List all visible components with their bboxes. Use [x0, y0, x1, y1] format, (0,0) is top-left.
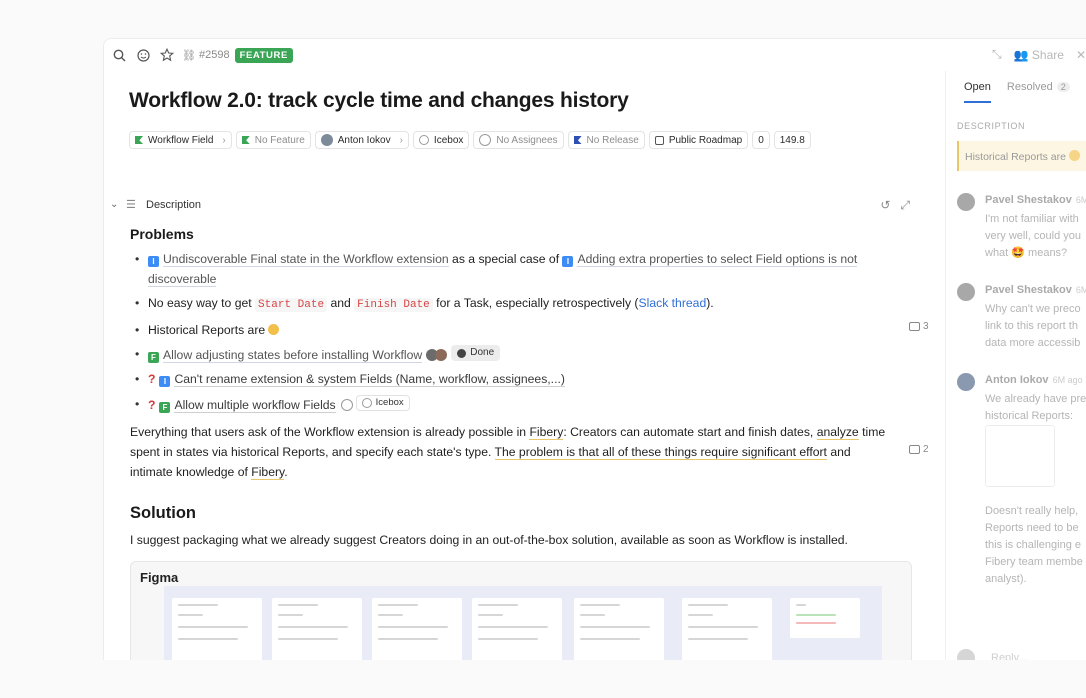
field-bar: Workflow Field › No Feature Anton Iokov … [129, 131, 811, 149]
state-ring-icon [418, 135, 429, 145]
link-icon: ⛓ [182, 49, 196, 62]
owner-field-chip[interactable]: Anton Iokov › [314, 131, 409, 149]
description-tools: ↺ ⤢ [880, 198, 910, 213]
solution-paragraph: I suggest packaging what we already sugg… [130, 533, 848, 548]
search-icon[interactable] [110, 46, 128, 64]
star-struck-emoji-icon [1068, 150, 1080, 161]
type-badge: FEATURE [234, 47, 293, 63]
feature-field-chip[interactable]: No Feature [235, 131, 311, 149]
question-mark: ? [148, 372, 156, 386]
solution-heading: Solution [130, 504, 196, 523]
close-icon[interactable]: ✕ [1076, 48, 1086, 62]
entity-icon: I [159, 376, 171, 387]
entity-link[interactable]: Allow multiple workflow Fields [174, 397, 336, 413]
comment-count[interactable]: 3 [909, 321, 929, 332]
flag-icon [241, 136, 250, 144]
code-inline: Start Date [255, 298, 328, 312]
entity-icon: F [148, 351, 159, 363]
entity-icon: I [562, 256, 574, 267]
tab-open[interactable]: Open [964, 81, 991, 103]
avatar [435, 348, 448, 361]
chevron-right-icon: › [222, 134, 226, 146]
entity-link[interactable]: Can't rename extension & system Fields (… [174, 372, 565, 387]
star-icon[interactable] [158, 46, 176, 64]
problems-list: I Undiscoverable Final state in the Workf… [130, 250, 890, 415]
figma-frame [790, 598, 860, 638]
comment[interactable]: Anton Iokov 6M ago We already have pre hi… [957, 373, 1086, 613]
toolbar-actions: ⤡ 👥 Share ✕ [992, 47, 1086, 62]
assignees-field-chip[interactable]: No Assignees [473, 131, 564, 149]
list-item: F Allow adjusting states before installin… [130, 345, 890, 365]
entity-link[interactable]: Allow adjusting states before installing… [163, 347, 423, 363]
list-item: No easy way to get Start Date and Finish… [130, 294, 890, 316]
avatar [957, 193, 975, 211]
comment-icon [909, 445, 920, 454]
history-icon[interactable]: ↺ [880, 198, 890, 213]
score-field-chip[interactable]: 149.8 [773, 131, 811, 149]
entity-toolbar: ⛓ #2598 FEATURE ⤡ 👥 Share ✕ [104, 39, 1086, 71]
expand-icon[interactable]: ⤢ [900, 198, 910, 213]
comment-count[interactable]: 2 [909, 444, 929, 455]
state-field-chip[interactable]: Icebox [412, 131, 470, 149]
chevron-down-icon[interactable]: ⌄ [110, 199, 126, 210]
resolved-count: 2 [1056, 82, 1070, 92]
share-button[interactable]: 👥 Share [1014, 48, 1064, 62]
text-lines-icon: ☰ [126, 199, 136, 211]
assignee-ring-icon [479, 134, 492, 146]
collapse-icon[interactable]: ⤡ [992, 47, 1002, 62]
code-inline: Finish Date [354, 298, 433, 312]
entity-icon: I [148, 256, 159, 267]
votes-field-chip[interactable]: 0 [752, 131, 770, 149]
report-thumbnail[interactable] [985, 425, 1055, 487]
state-ring-icon [361, 397, 372, 408]
status-badge[interactable]: Icebox [355, 394, 410, 411]
status-badge[interactable]: Done [451, 345, 501, 361]
star-struck-emoji-icon [268, 323, 280, 335]
comment-tabs: Open Resolved 2 [946, 81, 1070, 103]
assignee-ring-icon [340, 398, 353, 411]
description-document[interactable]: Problems I Undiscoverable Final state in … [130, 226, 890, 551]
comments-sidebar: Open Resolved 2 DESCRIPTION Historical Re… [945, 71, 1086, 677]
entity-main: Workflow 2.0: track cycle time and chang… [104, 71, 945, 677]
chevron-right-icon: › [399, 134, 403, 146]
entity-link[interactable]: Undiscoverable Final state in the Workfl… [163, 252, 449, 267]
release-field-chip[interactable]: No Release [567, 131, 645, 149]
embed-title: Figma [140, 570, 179, 585]
description-header[interactable]: ⌄ ☰ Description ↺ ⤢ [110, 198, 910, 213]
bottom-fade [0, 660, 1086, 698]
list-item: ?ICan't rename extension & system Fields… [130, 370, 890, 390]
quoted-text[interactable]: Historical Reports are [957, 141, 1086, 171]
page-title[interactable]: Workflow 2.0: track cycle time and chang… [129, 89, 629, 113]
commented-text[interactable]: The problem is that all of these things … [494, 444, 827, 460]
workflow-field-chip[interactable]: Workflow Field › [129, 131, 232, 149]
section-label: DESCRIPTION [957, 121, 1026, 131]
tab-resolved[interactable]: Resolved 2 [1007, 81, 1070, 103]
entity-icon: F [159, 401, 171, 413]
avatar [957, 283, 975, 301]
flag-icon [135, 136, 143, 144]
slack-link[interactable]: Slack thread [638, 296, 706, 310]
emoji-icon[interactable] [134, 46, 152, 64]
list-item: I Undiscoverable Final state in the Workf… [130, 250, 890, 289]
public-roadmap-checkbox[interactable]: Public Roadmap [648, 131, 749, 149]
list-item: Historical Reports are [130, 321, 890, 341]
question-mark: ? [148, 397, 156, 412]
problems-heading: Problems [130, 226, 194, 242]
comment-icon [909, 322, 920, 331]
list-item: ?FAllow multiple workflow Fields Icebox [130, 394, 890, 416]
checkbox-icon [654, 135, 664, 145]
avatar [957, 373, 975, 391]
problem-paragraph: Everything that users ask of the Workflo… [130, 425, 886, 480]
flag-icon [573, 136, 582, 144]
check-circle-icon [457, 348, 467, 358]
entity-id[interactable]: ⛓ #2598 [182, 49, 230, 62]
entity-window: ⛓ #2598 FEATURE ⤡ 👥 Share ✕ Workflow 2.0… [103, 38, 1086, 678]
avatar [320, 134, 333, 146]
